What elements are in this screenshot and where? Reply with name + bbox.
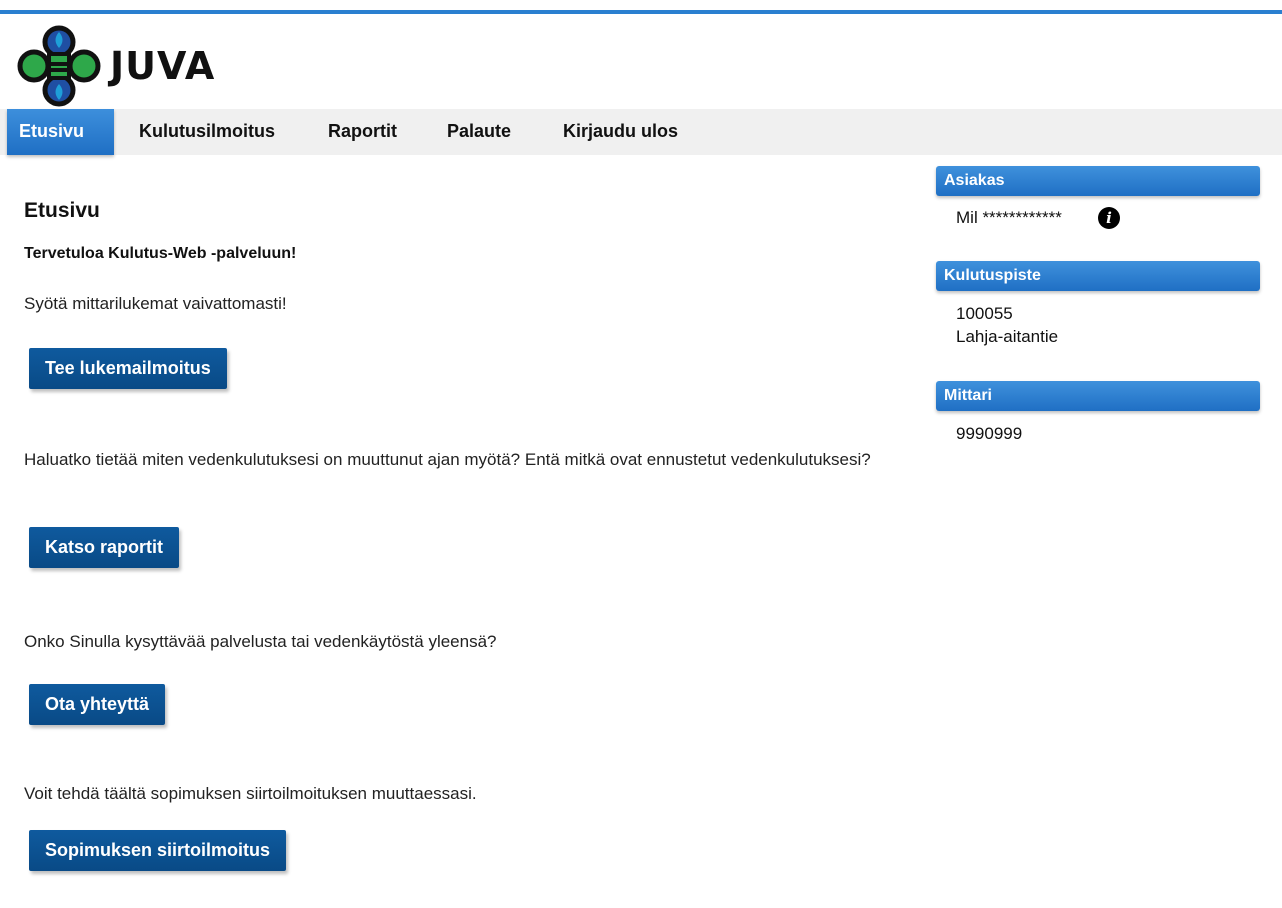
header: JUVA bbox=[0, 14, 1282, 109]
meter-heading: Mittari bbox=[936, 381, 1260, 411]
consumption-point-address: Lahja-aitantie bbox=[956, 327, 1059, 346]
nav-item-kirjaudu-ulos[interactable]: Kirjaudu ulos bbox=[563, 109, 678, 155]
section-text-transfer: Voit tehdä täältä sopimuksen siirtoilmoi… bbox=[24, 784, 477, 803]
nav-item-raportit[interactable]: Raportit bbox=[328, 109, 397, 155]
juva-logo-icon[interactable] bbox=[16, 24, 102, 108]
contract-transfer-button[interactable]: Sopimuksen siirtoilmoitus bbox=[29, 830, 287, 871]
section-text-readings: Syötä mittarilukemat vaivattomasti! bbox=[24, 294, 287, 313]
customer-name: Mil ************ bbox=[956, 208, 1062, 227]
nav-item-etusivu[interactable]: Etusivu bbox=[7, 109, 114, 155]
section-text-contact: Onko Sinulla kysyttävää palvelusta tai v… bbox=[24, 632, 497, 651]
meter-number: 9990999 bbox=[956, 424, 1023, 443]
consumption-point-heading: Kulutuspiste bbox=[936, 261, 1260, 291]
customer-heading: Asiakas bbox=[936, 166, 1260, 196]
consumption-point-id: 100055 bbox=[956, 304, 1013, 323]
welcome-text: Tervetuloa Kulutus-Web -palveluun! bbox=[24, 245, 297, 262]
brand-name: JUVA bbox=[110, 44, 216, 88]
view-reports-button[interactable]: Katso raportit bbox=[29, 527, 180, 568]
nav-item-kulutusilmoitus[interactable]: Kulutusilmoitus bbox=[139, 109, 275, 155]
contact-button[interactable]: Ota yhteyttä bbox=[29, 684, 166, 725]
nav-item-palaute[interactable]: Palaute bbox=[447, 109, 511, 155]
reading-report-button[interactable]: Tee lukemailmoitus bbox=[29, 348, 227, 389]
main-nav: Etusivu Kulutusilmoitus Raportit Palaute… bbox=[0, 109, 1282, 155]
info-icon[interactable]: i bbox=[1098, 207, 1120, 229]
page-title: Etusivu bbox=[24, 199, 100, 222]
section-text-reports: Haluatko tietää miten vedenkulutuksesi o… bbox=[24, 450, 871, 469]
